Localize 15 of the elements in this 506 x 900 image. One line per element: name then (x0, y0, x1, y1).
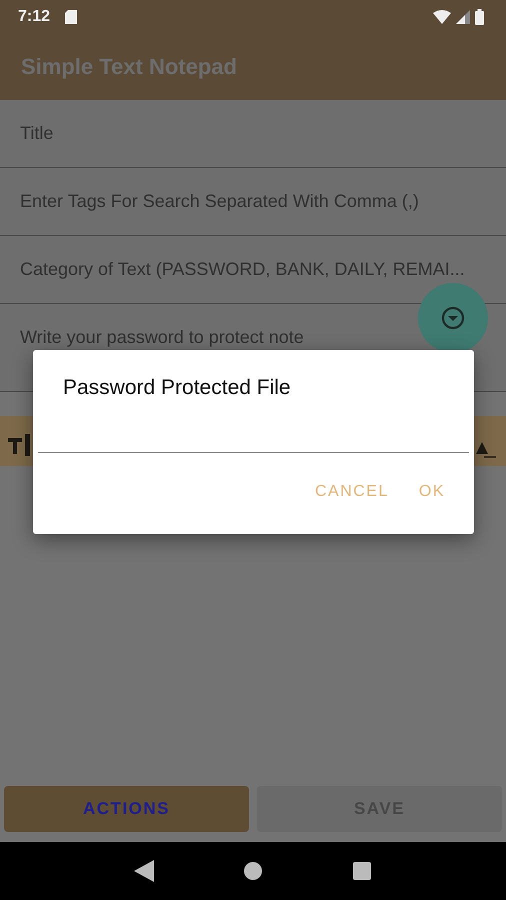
input-field[interactable]: Enter Tags For Search Separated With Comma (,) (0, 168, 506, 236)
dialog-button[interactable]: CANCEL (302, 475, 401, 509)
input-field[interactable]: Category of Text (PASSWORD, BANK, DAILY, REMAI... (0, 236, 506, 304)
battery-icon (475, 8, 484, 24)
dialog-button[interactable]: OK (406, 475, 457, 509)
signal-icon (456, 10, 470, 24)
recents-icon[interactable] (352, 861, 372, 881)
input-field[interactable]: Title (0, 100, 506, 168)
sd-card-icon (65, 10, 78, 24)
caret-down-icon (441, 306, 465, 330)
bottom-button[interactable]: ACTIONS (4, 786, 249, 832)
home-icon[interactable] (242, 861, 263, 881)
wifi-icon (433, 10, 451, 24)
back-icon[interactable] (134, 860, 154, 882)
status-time: 7:12 (18, 8, 50, 26)
